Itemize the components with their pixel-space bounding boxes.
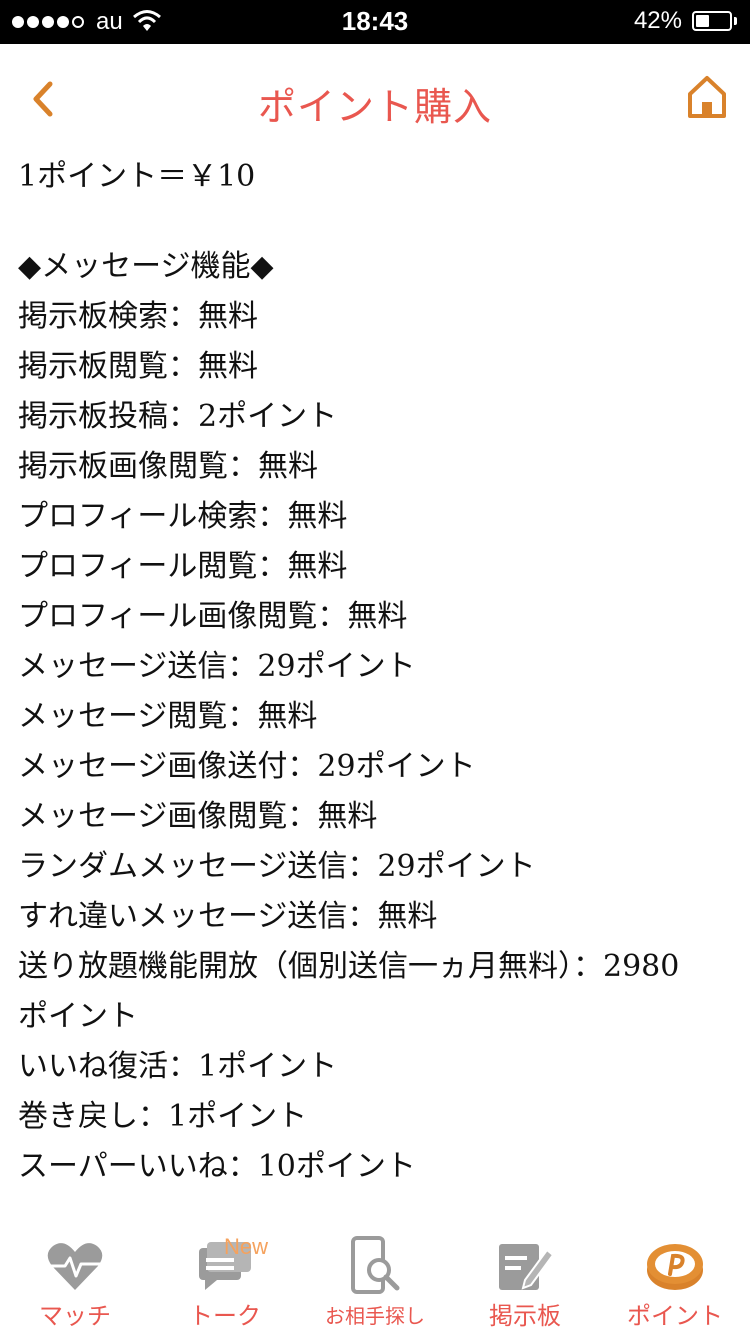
- list-item-continued: ポイント: [18, 999, 138, 1034]
- tab-match[interactable]: マッチ: [0, 1214, 150, 1334]
- list-item: 巻き戻し：1ポイント: [18, 1099, 308, 1134]
- tab-label: お相手探し: [325, 1304, 425, 1328]
- tab-talk[interactable]: New トーク: [150, 1214, 300, 1334]
- rate-line: 1ポイント＝￥10: [18, 159, 256, 194]
- tab-label: 掲示板: [489, 1302, 561, 1330]
- list-item: メッセージ画像送付：29ポイント: [18, 749, 476, 784]
- tab-bar: マッチ New トーク お相手探し 掲示板 ポイント: [0, 1214, 750, 1334]
- section-heading: ◆メッセージ機能◆: [18, 249, 274, 284]
- status-bar: au 18:43 42%: [0, 0, 750, 44]
- board-edit-icon: [499, 1244, 555, 1290]
- list-item: 送り放題機能開放（個別送信一ヵ月無料）：2980: [18, 949, 680, 984]
- list-item: プロフィール閲覧：無料: [18, 549, 348, 584]
- list-item: プロフィール検索：無料: [18, 499, 348, 534]
- point-info-text: 1ポイント＝￥10 ◆メッセージ機能◆ 掲示板検索：無料 掲示板閲覧：無料 掲示…: [0, 154, 750, 1214]
- list-item: 掲示板画像閲覧：無料: [18, 449, 318, 484]
- list-item: 掲示板投稿：2ポイント: [18, 399, 338, 434]
- home-icon[interactable]: [686, 74, 728, 120]
- list-item: メッセージ画像閲覧：無料: [18, 799, 378, 834]
- point-coin-icon: [647, 1244, 703, 1290]
- heart-pulse-icon: [47, 1243, 103, 1290]
- tab-search-partner[interactable]: お相手探し: [300, 1214, 450, 1334]
- tab-point[interactable]: ポイント: [600, 1214, 750, 1334]
- new-badge: New: [224, 1234, 269, 1259]
- list-item: いいね復活：1ポイント: [18, 1049, 338, 1084]
- tab-label: マッチ: [39, 1302, 111, 1330]
- battery-cap: [734, 17, 737, 25]
- battery-percent: 42%: [633, 7, 682, 34]
- list-item: 掲示板検索：無料: [18, 299, 258, 334]
- battery-icon: [692, 11, 732, 31]
- tab-board[interactable]: 掲示板: [450, 1214, 600, 1334]
- list-item: スーパーいいね：10ポイント: [18, 1149, 416, 1184]
- list-item: 掲示板閲覧：無料: [18, 349, 258, 384]
- nav-bar: ポイント購入: [0, 44, 750, 154]
- tab-label: トーク: [189, 1302, 261, 1330]
- list-item: メッセージ送信：29ポイント: [18, 649, 416, 684]
- page-title: ポイント購入: [257, 85, 492, 129]
- list-item: ランダムメッセージ送信：29ポイント: [18, 849, 536, 884]
- list-item: メッセージ閲覧：無料: [18, 699, 318, 734]
- phone-search-icon: [351, 1236, 400, 1294]
- list-item: すれ違いメッセージ送信：無料: [18, 899, 438, 934]
- list-item: プロフィール画像閲覧：無料: [18, 599, 408, 634]
- tab-label: ポイント: [627, 1302, 723, 1330]
